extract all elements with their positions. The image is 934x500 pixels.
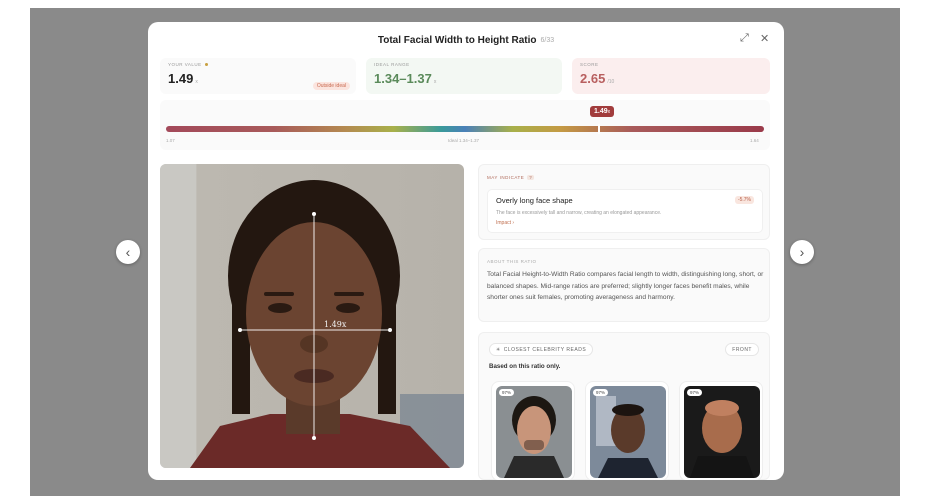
ideal-range-unit: x: [433, 79, 437, 85]
celebrity-tile[interactable]: 97%: [585, 381, 669, 480]
celebrity-subtitle: Based on this ratio only.: [489, 363, 561, 370]
expand-icon[interactable]: ⤢: [740, 32, 749, 45]
score-value: 2.65: [580, 71, 606, 86]
face-ratio-overlay: 1.49x: [324, 320, 347, 329]
range-min-label: 1.07: [166, 138, 175, 143]
ideal-range-label: IDEAL RANGE: [374, 62, 410, 67]
may-indicate-card: MAY INDICATE? Overly long face shape The…: [478, 164, 770, 240]
impact-link[interactable]: Impact ›: [496, 220, 754, 226]
ideal-range-value: 1.34–1.37: [374, 71, 432, 86]
status-dot: [204, 63, 208, 67]
match-badge: 97%: [593, 389, 609, 396]
celebrity-portrait: [590, 386, 666, 478]
indicate-title: Overly long face shape: [496, 196, 573, 205]
modal-header: Total Facial Width to Height Ratio 6/33: [148, 22, 784, 58]
celebrity-portrait: [496, 386, 572, 478]
celebrity-reads-pill[interactable]: ✳ CLOSEST CELEBRITY READS: [489, 343, 594, 356]
celebrity-tile[interactable]: 97%: [679, 381, 763, 480]
current-value-marker: 1.49x: [590, 106, 615, 117]
celebrity-tile[interactable]: 97%: [491, 381, 575, 480]
indicate-description: The face is excessively tall and narrow,…: [496, 210, 662, 216]
match-badge: 97%: [687, 389, 703, 396]
impact-percent-badge: -5.7%: [734, 196, 754, 204]
your-value-card: YOUR VALUE 1.49 x Outside ideal: [160, 58, 356, 94]
celebrity-portrait: [684, 386, 760, 478]
previous-button[interactable]: ‹: [116, 240, 140, 264]
range-max-label: 1.64: [750, 138, 759, 143]
ideal-range-card: IDEAL RANGE 1.34–1.37 x: [366, 58, 562, 94]
score-label: SCORE: [580, 62, 599, 67]
score-unit: /10: [607, 79, 615, 85]
sparkle-icon: ✳: [496, 346, 501, 353]
your-value-label: YOUR VALUE: [168, 62, 202, 67]
your-value-unit: x: [195, 79, 198, 85]
close-icon[interactable]: ✕: [760, 32, 769, 45]
match-badge: 97%: [499, 389, 515, 396]
celebrity-card: ✳ CLOSEST CELEBRITY READS FRONT Based on…: [478, 332, 770, 480]
indicate-item[interactable]: Overly long face shape The face is exces…: [487, 189, 763, 233]
outside-ideal-badge: Outside ideal: [312, 82, 350, 90]
next-button[interactable]: ›: [790, 240, 814, 264]
your-value: 1.49: [168, 71, 194, 86]
range-ideal-label: Ideal 1.34–1.37: [448, 138, 480, 143]
modal-title: Total Facial Width to Height Ratio: [377, 34, 537, 46]
ratio-counter: 6/33: [540, 36, 555, 44]
face-photo: 1.49x: [160, 164, 464, 468]
range-marker-tick: [598, 124, 600, 134]
may-indicate-label: MAY INDICATE: [487, 175, 525, 180]
about-label: ABOUT THIS RATIO: [487, 259, 537, 264]
help-icon[interactable]: ?: [527, 175, 535, 180]
front-toggle[interactable]: FRONT: [725, 343, 759, 356]
chevron-right-icon: ›: [799, 244, 805, 260]
range-bar: [166, 126, 764, 132]
ratio-modal: Total Facial Width to Height Ratio 6/33 …: [148, 22, 784, 480]
about-ratio-card: ABOUT THIS RATIO Total Facial Height-to-…: [478, 248, 770, 322]
about-text: Total Facial Height-to-Width Ratio compa…: [487, 271, 764, 301]
score-card: SCORE 2.65/10: [572, 58, 770, 94]
chevron-left-icon: ‹: [125, 244, 131, 260]
range-slider-card: 1.49x 1.07 Ideal 1.34–1.37 1.64: [160, 100, 770, 150]
